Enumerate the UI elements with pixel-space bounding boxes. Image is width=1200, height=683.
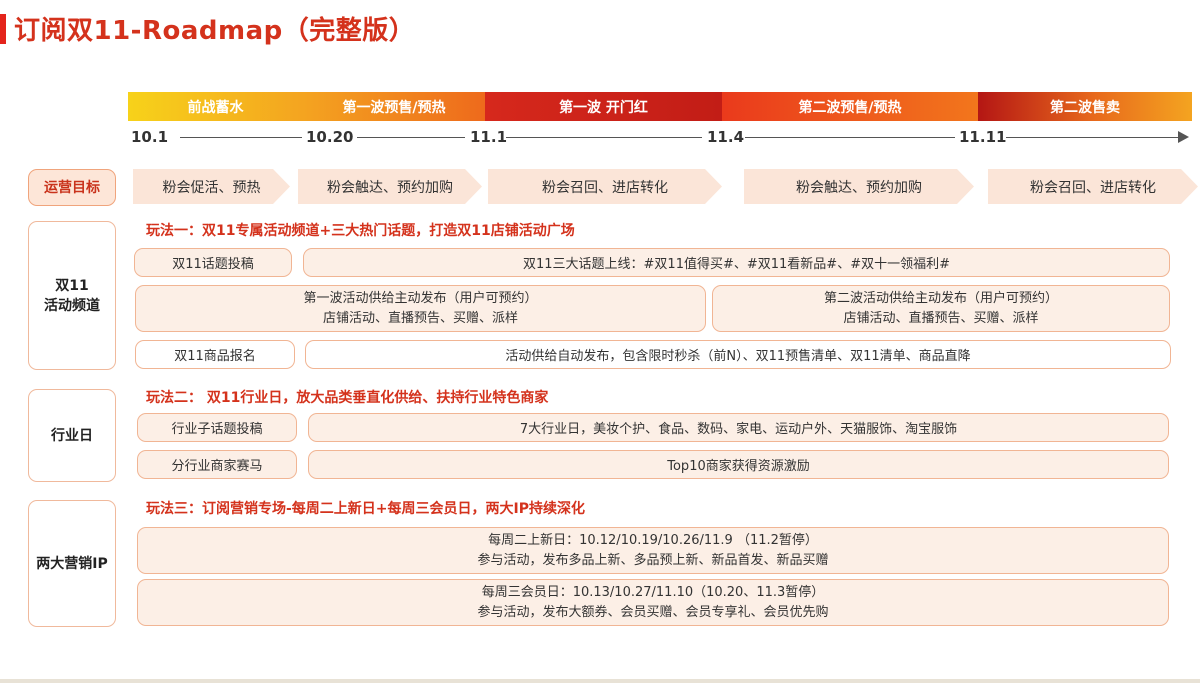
topic-submission-desc: 双11三大话题上线：#双11值得买#、#双11看新品#、#双十一领福利# (303, 248, 1170, 277)
wave1-title: 第一波活动供给主动发布（用户可预约） (303, 290, 538, 306)
timeline-label-2: 10.20 (306, 128, 354, 146)
wave1-subtitle: 店铺活动、直播预告、买赠、派样 (322, 310, 518, 326)
bottom-divider (0, 679, 1200, 683)
goods-signup-desc: 活动供给自动发布，包含限时秒杀（前N）、双11预售清单、双11清单、商品直降 (305, 340, 1171, 369)
tuesday-new-day-box: 每周二上新日：10.12/10.19/10.26/11.9 （11.2暂停） 参… (137, 527, 1169, 574)
wave2-activity-box: 第二波活动供给主动发布（用户可预约） 店铺活动、直播预告、买赠、派样 (712, 285, 1170, 332)
goods-signup-label: 双11商品报名 (135, 340, 295, 369)
goal-chevron-2: 粉会触达、预约加购 (298, 169, 482, 204)
page-title: 订阅双11-Roadmap（完整版） (14, 16, 416, 46)
section3-heading: 玩法三：订阅营销专场-每周二上新日+每周三会员日，两大IP持续深化 (146, 501, 586, 517)
topic-submission-label: 双11话题投稿 (134, 248, 292, 277)
wave2-subtitle: 店铺活动、直播预告、买赠、派样 (843, 310, 1039, 326)
section3-side-label: 两大营销IP (28, 500, 116, 627)
section1-side-line2: 活动频道 (44, 297, 100, 314)
industry-subtopic-desc: 7大行业日，美妆个护、食品、数码、家电、运动户外、天猫服饰、淘宝服饰 (308, 413, 1169, 442)
goal-label: 运营目标 (28, 169, 116, 206)
goal-chevron-3: 粉会召回、进店转化 (488, 169, 722, 204)
timeline-label-4: 11.4 (707, 128, 745, 146)
phase-band: 前战蓄水 第一波预售/预热 第一波 开门红 第二波预售/预热 第二波售卖 (128, 92, 1192, 121)
industry-subtopic-label: 行业子话题投稿 (137, 413, 297, 442)
section1-side-line1: 双11 (55, 277, 89, 294)
wave2-title: 第二波活动供给主动发布（用户可预约） (823, 290, 1058, 306)
timeline-label-5: 11.11 (959, 128, 1007, 146)
timeline-segment-5 (1006, 137, 1178, 138)
timeline-segment-1 (180, 137, 302, 138)
timeline-arrow-icon (1178, 131, 1189, 143)
wednesday-subtitle: 参与活动，发布大额券、会员买赠、会员专享礼、会员优先购 (477, 604, 829, 620)
timeline-segment-3 (506, 137, 702, 138)
section2-side-label: 行业日 (28, 389, 116, 482)
phase-3: 第一波 开门红 (485, 92, 722, 121)
tuesday-title: 每周二上新日：10.12/10.19/10.26/11.9 （11.2暂停） (488, 532, 818, 548)
goal-chevron-5: 粉会召回、进店转化 (988, 169, 1198, 204)
timeline-segment-2 (357, 137, 465, 138)
goal-chevron-1: 粉会促活、预热 (133, 169, 290, 204)
wednesday-title: 每周三会员日：10.13/10.27/11.10（10.20、11.3暂停） (481, 584, 825, 600)
wednesday-member-day-box: 每周三会员日：10.13/10.27/11.10（10.20、11.3暂停） 参… (137, 579, 1169, 626)
phase-4: 第二波预售/预热 (722, 92, 978, 121)
timeline-segment-4 (745, 137, 955, 138)
section1-side-label: 双11 活动频道 (28, 221, 116, 370)
timeline-label-3: 11.1 (470, 128, 508, 146)
industry-race-label: 分行业商家赛马 (137, 450, 297, 479)
tuesday-subtitle: 参与活动，发布多品上新、多品预上新、新品首发、新品买赠 (477, 552, 829, 568)
phase-2: 第一波预售/预热 (303, 92, 485, 121)
section1-heading: 玩法一：双11专属活动频道+三大热门话题，打造双11店铺活动广场 (146, 223, 575, 239)
wave1-activity-box: 第一波活动供给主动发布（用户可预约） 店铺活动、直播预告、买赠、派样 (135, 285, 706, 332)
phase-1: 前战蓄水 (128, 92, 303, 121)
goal-chevron-4: 粉会触达、预约加购 (744, 169, 974, 204)
industry-race-desc: Top10商家获得资源激励 (308, 450, 1169, 479)
section2-heading: 玩法二： 双11行业日，放大品类垂直化供给、扶持行业特色商家 (146, 390, 549, 406)
title-accent-bar (0, 14, 6, 44)
phase-5: 第二波售卖 (978, 92, 1192, 121)
timeline-label-1: 10.1 (131, 128, 169, 146)
